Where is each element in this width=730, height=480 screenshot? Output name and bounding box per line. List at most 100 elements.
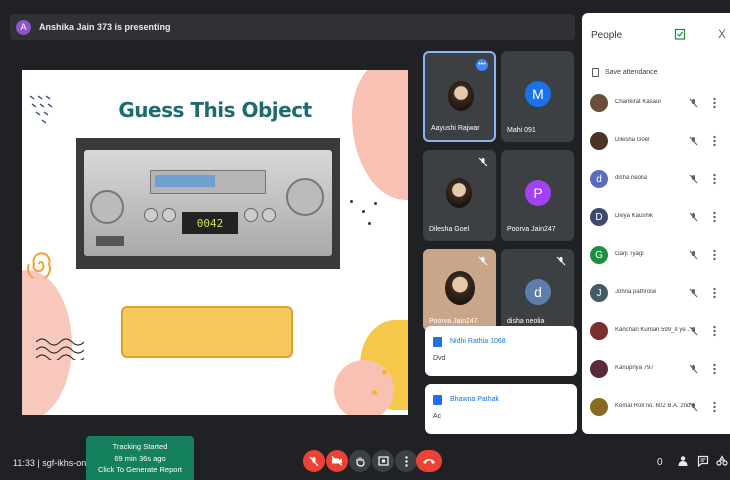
participant-tile[interactable]: M Mahi 091	[501, 51, 574, 142]
people-list-item[interactable]: Komal Roll no. 602 B.A. 2nd ...	[582, 389, 730, 427]
people-list-item[interactable]: Chankirat Kasaur	[582, 85, 730, 123]
participant-video	[445, 271, 475, 305]
hang-up-icon	[423, 459, 435, 464]
people-icon[interactable]	[677, 455, 689, 467]
participant-avatar: d	[525, 279, 551, 305]
participant-name: Divya Kaushik	[615, 213, 654, 219]
mic-off-icon[interactable]	[689, 250, 698, 260]
participant-avatar	[590, 132, 608, 150]
chat-sender: Nidhi Rathia 1068	[450, 338, 506, 345]
participant-tile[interactable]: ••• Aayushi Rajwar	[423, 51, 496, 142]
people-list-item[interactable]: Dilesha Goel	[582, 123, 730, 161]
participant-avatar	[590, 360, 608, 378]
chat-icon	[433, 395, 442, 405]
mic-off-icon[interactable]	[689, 212, 698, 222]
presenting-label: Anshika Jain 373 is presenting	[39, 22, 171, 32]
decor-swirl-icon	[27, 252, 51, 278]
vcr-button	[144, 208, 158, 222]
activities-icon[interactable]	[716, 455, 728, 467]
participant-tile[interactable]: d disha neolia	[501, 249, 574, 331]
chat-notification[interactable]: Bhawna Pathak Ac	[425, 384, 577, 434]
more-options-icon[interactable]	[713, 325, 716, 337]
chat-message: Dvd	[433, 355, 446, 362]
chat-notification[interactable]: Nidhi Rathia 1068 Dvd	[425, 326, 577, 376]
more-options-icon[interactable]	[713, 211, 716, 223]
more-options-icon[interactable]	[713, 249, 716, 261]
mic-off-icon[interactable]	[689, 288, 698, 298]
participant-tile[interactable]: P Poorva Jain247	[501, 150, 574, 241]
camera-toggle-button[interactable]	[326, 450, 348, 472]
participant-tile[interactable]: Dilesha Goel	[423, 150, 496, 241]
chat-icon[interactable]	[697, 455, 709, 467]
chat-message: Ac	[433, 413, 442, 420]
mic-toggle-button[interactable]	[303, 450, 325, 472]
participant-avatar	[590, 398, 608, 416]
people-panel: People X Save attendance Chankirat Kasau…	[582, 13, 730, 434]
participant-avatar: D	[590, 208, 608, 226]
more-options-icon[interactable]	[713, 97, 716, 109]
participant-name: disha neolia	[615, 175, 648, 181]
raise-hand-button[interactable]	[349, 450, 371, 472]
participant-avatar: G	[590, 246, 608, 264]
decor-dot	[382, 370, 387, 375]
participant-name: Dilesha Goel	[429, 226, 470, 233]
more-options-icon[interactable]: •••	[476, 59, 488, 71]
people-list-item[interactable]: Kanchan Kumari 599_II ye...	[582, 313, 730, 351]
close-icon[interactable]: X	[718, 27, 726, 41]
vcr-knob-right	[286, 178, 324, 216]
more-options-icon[interactable]	[713, 363, 716, 375]
participant-name: Kanchan Kumari 599_II ye...	[615, 327, 691, 333]
participant-avatar: J	[590, 284, 608, 302]
mic-off-icon[interactable]	[689, 402, 698, 412]
participant-avatar: M	[525, 81, 551, 107]
participant-name: Mahi 091	[507, 127, 536, 134]
participant-name: Dilesha Goel	[615, 137, 650, 143]
vcr-button	[244, 208, 258, 222]
more-options-icon[interactable]	[713, 135, 716, 147]
mic-off-icon[interactable]	[689, 174, 698, 184]
vcr-model-label	[96, 236, 124, 246]
participant-name: Garji Tyagi	[615, 251, 644, 257]
participant-name: Poorva Jain247	[429, 318, 478, 325]
participant-video	[446, 178, 472, 208]
decor-waves-icon	[36, 338, 84, 360]
people-list-item[interactable]: G Garji Tyagi	[582, 237, 730, 275]
decor-blob-right	[352, 70, 408, 200]
tracking-report-button[interactable]: Tracking Started 69 min 36s ago Click To…	[86, 436, 194, 480]
present-icon	[377, 456, 389, 466]
camera-off-icon	[331, 456, 343, 466]
attendance-icon[interactable]	[674, 28, 686, 40]
more-options-icon[interactable]	[713, 173, 716, 185]
meeting-info: 11:33 | sgf-ikhs-ong	[13, 458, 92, 468]
more-vert-icon	[404, 455, 408, 467]
more-options-button[interactable]	[395, 450, 417, 472]
mic-off-icon[interactable]	[689, 326, 698, 336]
more-options-icon[interactable]	[713, 401, 716, 413]
present-button[interactable]	[372, 450, 394, 472]
participant-tile[interactable]: Poorva Jain247	[423, 249, 496, 331]
vcr-knob-left	[90, 190, 124, 224]
panel-title: People	[591, 30, 623, 41]
people-list-item[interactable]: d disha neolia	[582, 161, 730, 199]
participant-name: Aayushi Rajwar	[431, 125, 480, 132]
vcr-slot-label	[155, 175, 215, 187]
save-attendance-button[interactable]: Save attendance	[592, 68, 658, 77]
chat-icon	[433, 337, 442, 347]
leave-call-button[interactable]	[416, 450, 442, 472]
answer-box	[121, 306, 293, 358]
decor-dot	[362, 210, 365, 213]
people-list-item[interactable]: J Johna pathrose	[582, 275, 730, 313]
meeting-details-count[interactable]: 0	[657, 457, 663, 468]
generate-report-link[interactable]: Click To Generate Report	[86, 464, 194, 476]
more-options-icon[interactable]	[713, 287, 716, 299]
mic-off-icon[interactable]	[689, 98, 698, 108]
people-list-item[interactable]: Kanupriya 797	[582, 351, 730, 389]
mic-off-icon[interactable]	[689, 136, 698, 146]
presentation-slide: Guess This Object 0042	[22, 70, 408, 415]
people-list-item[interactable]: D Divya Kaushik	[582, 199, 730, 237]
presenter-avatar: A	[16, 19, 31, 35]
participant-name: Chankirat Kasaur	[615, 99, 662, 105]
tracking-status: Tracking Started	[112, 442, 168, 451]
mic-off-icon[interactable]	[689, 364, 698, 374]
tracking-duration: 69 min 36s ago	[114, 453, 166, 463]
